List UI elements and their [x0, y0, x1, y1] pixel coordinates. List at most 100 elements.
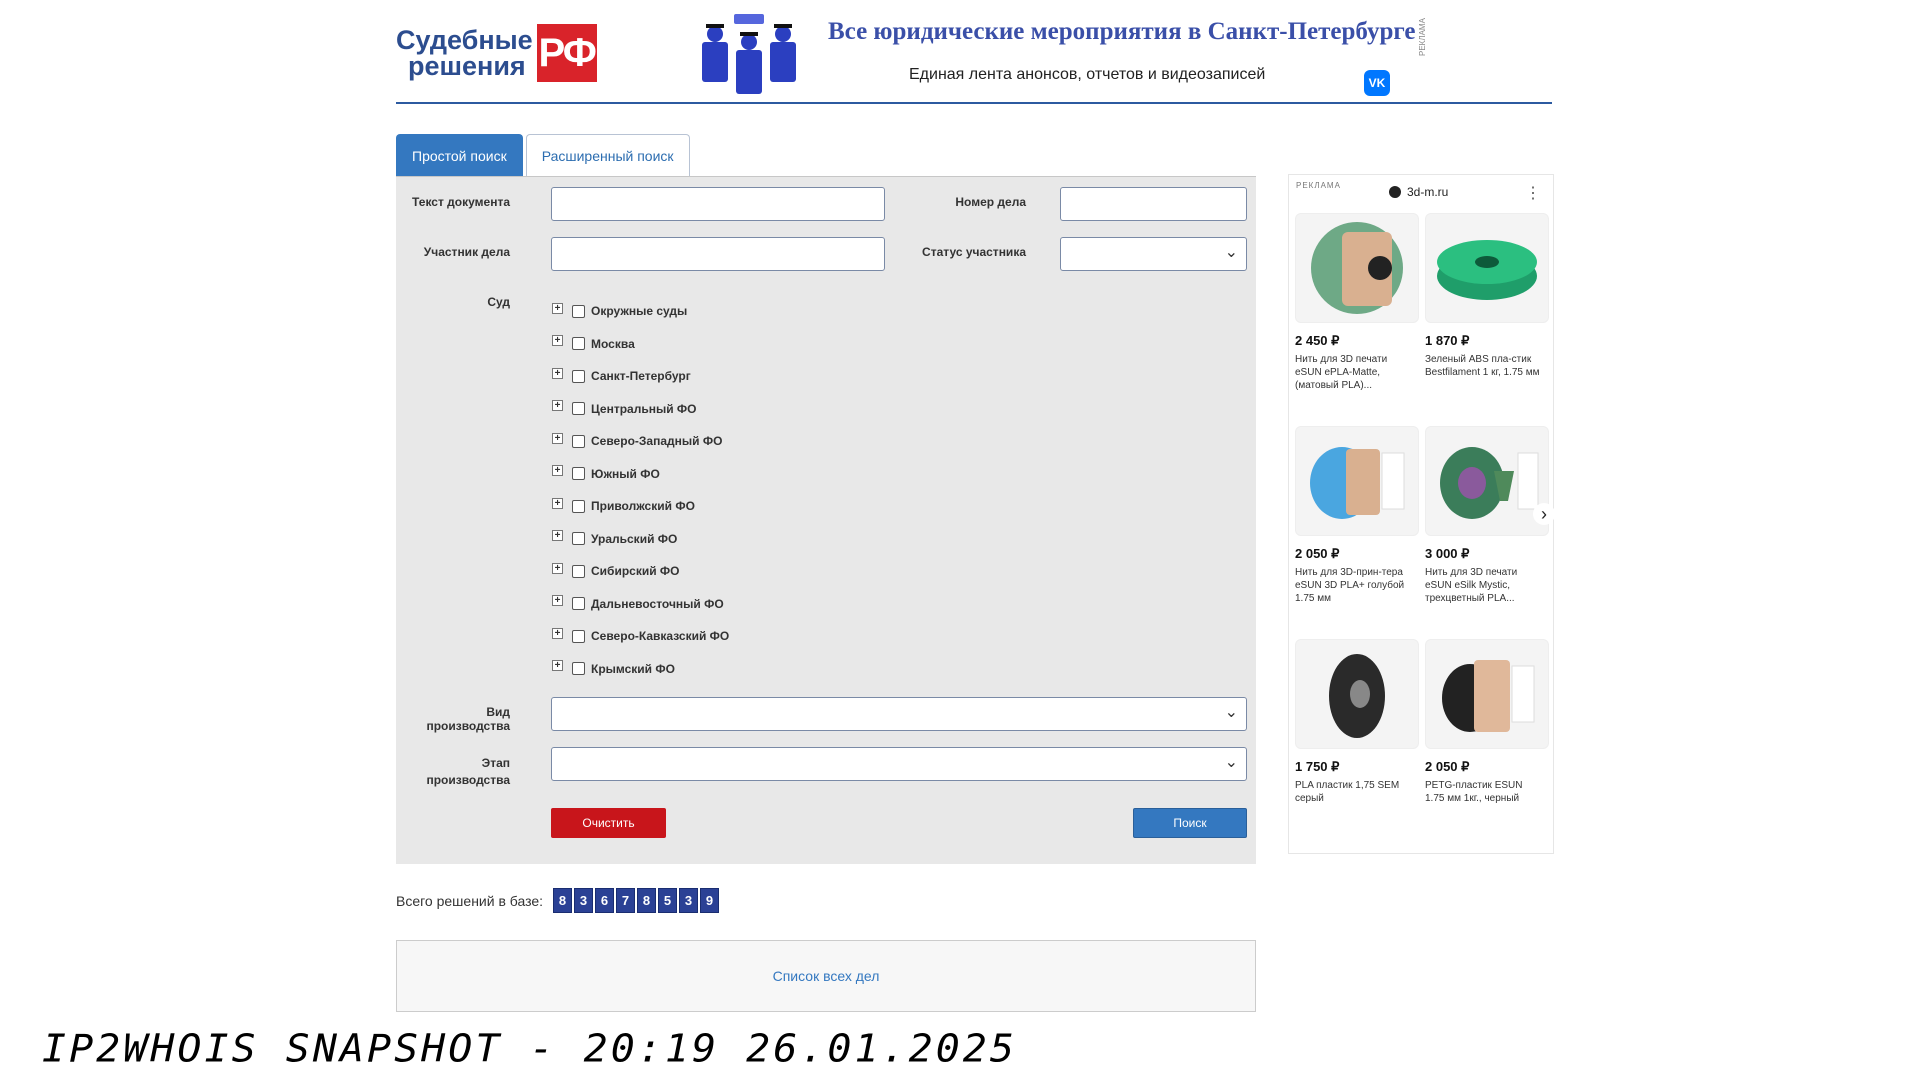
product-image [1425, 426, 1549, 536]
court-item[interactable]: + Северо-Кавказский ФО [552, 620, 729, 653]
tab-simple-search[interactable]: Простой поиск [396, 134, 523, 176]
expand-icon[interactable]: + [552, 367, 563, 379]
ad-product-card[interactable]: 2 050 ₽ Нить для 3D-прин-тера eSUN 3D PL… [1295, 426, 1419, 639]
court-item-label: Санкт-Петербург [591, 369, 691, 384]
chevron-right-icon[interactable]: › [1533, 503, 1555, 525]
court-item[interactable]: + Сибирский ФО [552, 555, 729, 588]
expand-icon[interactable]: + [552, 562, 563, 574]
expand-icon[interactable]: + [552, 432, 563, 444]
court-item[interactable]: + Уральский ФО [552, 523, 729, 556]
court-label: Суд [487, 295, 510, 309]
domain-icon [1389, 186, 1401, 198]
court-item[interactable]: + Москва [552, 328, 729, 361]
case-number-input[interactable] [1060, 187, 1247, 221]
product-image [1295, 426, 1419, 536]
vk-icon[interactable]: VK [1364, 70, 1390, 96]
banner-title[interactable]: Все юридические мероприятия в Санкт-Пете… [828, 18, 1415, 46]
product-price: 2 050 ₽ [1295, 546, 1340, 561]
checkbox[interactable] [572, 467, 585, 481]
product-image [1295, 639, 1419, 749]
court-item[interactable]: + Центральный ФО [552, 393, 729, 426]
ad-product-card[interactable]: 3 000 ₽ Нить для 3D печати eSUN eSilk My… [1425, 426, 1549, 639]
court-item[interactable]: + Приволжский ФО [552, 490, 729, 523]
court-item[interactable]: + Санкт-Петербург [552, 360, 729, 393]
checkbox[interactable] [572, 662, 585, 676]
participant-status-label: Статус участника [922, 245, 1026, 259]
clear-button[interactable]: Очистить [551, 808, 666, 838]
expand-icon[interactable]: + [552, 627, 563, 639]
participant-input[interactable] [551, 237, 885, 271]
ad-products: 2 450 ₽ Нить для 3D печати eSUN ePLA-Mat… [1295, 213, 1549, 852]
court-item-label: Окружные суды [591, 304, 688, 319]
logo-line2: решения [408, 51, 526, 81]
more-options-icon[interactable]: ⋮ [1525, 183, 1541, 203]
ad-block: РЕКЛАМА 3d-m.ru ⋮ 2 450 ₽ Нить для 3D пе… [1288, 174, 1555, 854]
product-price: 3 000 ₽ [1425, 546, 1470, 561]
stage-select[interactable] [551, 747, 1247, 781]
checkbox[interactable] [572, 564, 585, 578]
ad-domain[interactable]: 3d-m.ru [1389, 185, 1448, 199]
expand-icon[interactable]: + [552, 335, 563, 347]
search-tabs: Простой поиск Расширенный поиск [396, 134, 690, 176]
checkbox[interactable] [572, 402, 585, 416]
product-price: 2 450 ₽ [1295, 333, 1340, 348]
snapshot-watermark: IP2WHOIS SNAPSHOT - 20:19 26.01.2025 [42, 1027, 1017, 1071]
court-item-label: Северо-Кавказский ФО [591, 629, 730, 644]
court-item[interactable]: + Крымский ФО [552, 653, 729, 686]
checkbox[interactable] [572, 597, 585, 611]
participant-label: Участник дела [423, 245, 510, 259]
counter-digit: 8 [553, 888, 573, 913]
site-logo[interactable]: Судебные решения РФ [396, 24, 597, 82]
court-item[interactable]: + Северо-Западный ФО [552, 425, 729, 458]
checkbox[interactable] [572, 304, 585, 318]
lawyers-banner-icon[interactable] [698, 12, 798, 96]
expand-icon[interactable]: + [552, 400, 563, 412]
court-item[interactable]: + Дальневосточный ФО [552, 588, 729, 621]
court-item-label: Москва [591, 336, 635, 351]
court-item-label: Центральный ФО [591, 401, 697, 416]
product-image [1425, 639, 1549, 749]
stage-label-line1: Этап [481, 756, 510, 770]
expand-icon[interactable]: + [552, 595, 563, 607]
expand-icon[interactable]: + [552, 530, 563, 542]
participant-status-select[interactable] [1060, 237, 1247, 271]
banner-subtitle[interactable]: Единая лента анонсов, отчетов и видеозап… [909, 66, 1265, 84]
product-title: Зеленый ABS пла-стик Bestfilament 1 кг, … [1425, 354, 1540, 378]
court-item-label: Сибирский ФО [591, 564, 680, 579]
expand-icon[interactable]: + [552, 497, 563, 509]
tab-advanced-search[interactable]: Расширенный поиск [525, 134, 690, 176]
all-cases-link[interactable]: Список всех дел [773, 968, 880, 984]
checkbox[interactable] [572, 532, 585, 546]
ad-product-card[interactable]: 2 050 ₽ PETG-пластик ESUN 1.75 мм 1кг., … [1425, 639, 1549, 852]
search-form: Текст документа Номер дела Участник дела… [396, 176, 1256, 864]
court-item-label: Южный ФО [591, 466, 660, 481]
product-image [1295, 213, 1419, 323]
checkbox[interactable] [572, 499, 585, 513]
court-item[interactable]: + Южный ФО [552, 458, 729, 491]
checkbox[interactable] [572, 434, 585, 448]
checkbox[interactable] [572, 337, 585, 351]
search-button[interactable]: Поиск [1133, 808, 1247, 838]
court-item-label: Уральский ФО [591, 531, 678, 546]
total-counter: 8 3 6 7 8 5 3 9 [553, 888, 720, 913]
expand-icon[interactable]: + [552, 302, 563, 314]
checkbox[interactable] [572, 369, 585, 383]
court-tree: + Окружные суды + Москва + Санкт-Петербург … [552, 295, 729, 685]
product-price: 1 750 ₽ [1295, 759, 1340, 774]
product-title: PETG-пластик ESUN 1.75 мм 1кг., черный [1425, 780, 1523, 804]
total-decisions: Всего решений в базе: 8 3 6 7 8 5 3 9 [396, 888, 720, 913]
ad-product-card[interactable]: 2 450 ₽ Нить для 3D печати eSUN ePLA-Mat… [1295, 213, 1419, 426]
case-number-label: Номер дела [955, 195, 1026, 209]
proceeding-type-select[interactable] [551, 697, 1247, 731]
court-item-label: Крымский ФО [591, 661, 675, 676]
expand-icon[interactable]: + [552, 465, 563, 477]
doc-text-input[interactable] [551, 187, 885, 221]
ad-product-card[interactable]: 1 750 ₽ PLA пластик 1,75 SEM серый [1295, 639, 1419, 852]
checkbox[interactable] [572, 629, 585, 643]
ad-domain-text: 3d-m.ru [1407, 185, 1449, 199]
total-label: Всего решений в базе: [396, 892, 544, 909]
expand-icon[interactable]: + [552, 660, 563, 672]
counter-digit: 3 [679, 888, 699, 913]
court-item[interactable]: + Окружные суды [552, 295, 729, 328]
ad-product-card[interactable]: 1 870 ₽ Зеленый ABS пла-стик Bestfilamen… [1425, 213, 1549, 426]
